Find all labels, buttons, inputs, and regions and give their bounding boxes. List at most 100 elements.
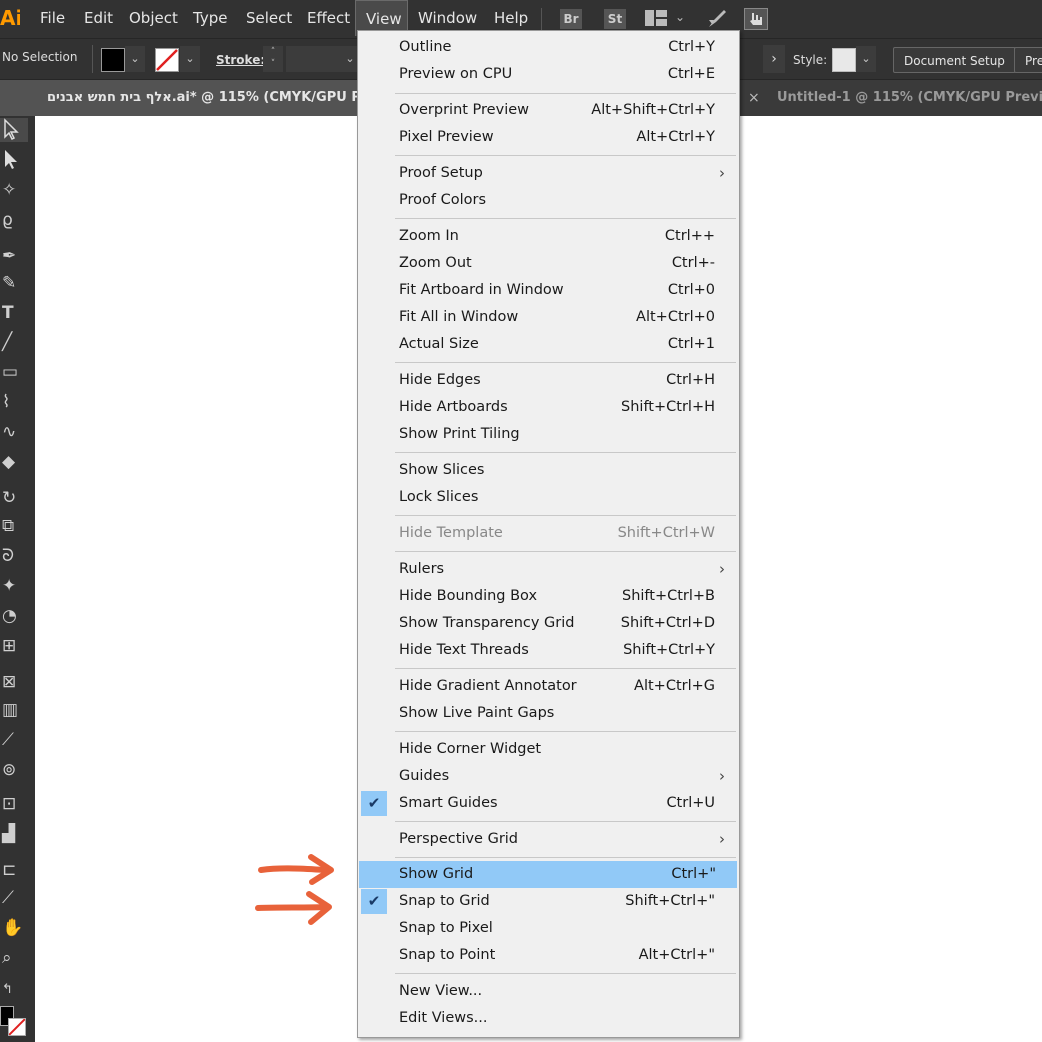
menu-item-snap-to-point[interactable]: Snap to Point Alt+Ctrl+" [358,942,739,969]
menu-item-proof-setup[interactable]: Proof Setup › [358,160,739,187]
menu-separator [395,362,736,363]
stroke-color-indicator[interactable] [8,1018,26,1036]
menu-item-lock-slices[interactable]: Lock Slices [358,484,739,511]
lasso-tool-icon[interactable]: ϱ [0,208,28,232]
pen-tool-icon[interactable]: ✒ [0,244,28,268]
stroke-label[interactable]: Stroke: [216,53,265,67]
swap-fill-stroke-icon[interactable]: ↰ [0,978,28,1002]
style-dropdown[interactable]: ⌄ [856,46,876,72]
menu-item-fit-artboard[interactable]: Fit Artboard in Window Ctrl+0 [358,277,739,304]
menu-item-hide-bounding-box[interactable]: Hide Bounding Box Shift+Ctrl+B [358,583,739,610]
fill-swatch[interactable] [101,48,125,72]
artboard-tool-icon[interactable]: ⊏ [0,858,28,882]
style-swatch[interactable] [832,48,856,72]
selection-tool-icon[interactable] [0,118,28,142]
menu-item-show-live-paint-gaps[interactable]: Show Live Paint Gaps [358,700,739,727]
line-tool-icon[interactable]: ╱ [0,330,28,354]
slice-tool-icon[interactable]: ⟋ [0,886,28,910]
menu-edit[interactable]: Edit [74,0,123,36]
checkmark-icon: ✔ [361,889,387,914]
menu-item-show-grid[interactable]: Show Grid Ctrl+" [359,861,737,888]
menu-item-hide-gradient-annotator[interactable]: Hide Gradient Annotator Alt+Ctrl+G [358,673,739,700]
eyedropper-tool-icon[interactable]: ⟋ [0,728,28,752]
menu-type[interactable]: Type [183,0,237,36]
menu-item-preview-on-cpu[interactable]: Preview on CPU Ctrl+E [358,61,739,88]
menu-item-fit-all[interactable]: Fit All in Window Alt+Ctrl+0 [358,304,739,331]
chevron-right-icon: › [719,560,725,578]
menu-item-hide-artboards[interactable]: Hide Artboards Shift+Ctrl+H [358,394,739,421]
menu-separator [395,218,736,219]
menu-item-snap-to-pixel[interactable]: Snap to Pixel [358,915,739,942]
menu-item-zoom-out[interactable]: Zoom Out Ctrl+- [358,250,739,277]
eraser-tool-icon[interactable]: ◆ [0,450,28,474]
document-setup-button[interactable]: Document Setup [893,47,1016,73]
fill-dropdown[interactable]: ⌄ [125,46,145,72]
stock-button[interactable]: St [604,9,626,29]
menu-item-snap-to-grid[interactable]: ✔ Snap to Grid Shift+Ctrl+" [358,888,739,915]
menu-separator [395,551,736,552]
preferences-button[interactable]: Pre [1014,47,1042,73]
direct-selection-tool-icon[interactable] [0,148,28,172]
menu-item-zoom-in[interactable]: Zoom In Ctrl++ [358,223,739,250]
no-stroke-icon [156,49,178,71]
type-tool-icon[interactable]: T [0,301,28,325]
menu-item-rulers[interactable]: Rulers › [358,556,739,583]
menu-item-edit-views[interactable]: Edit Views... [358,1005,739,1032]
workspace-layout-icon[interactable] [645,10,667,26]
menu-item-overprint-preview[interactable]: Overprint Preview Alt+Shift+Ctrl+Y [358,97,739,124]
menu-effect[interactable]: Effect [297,0,360,36]
curvature-tool-icon[interactable]: ✎ [0,271,28,295]
menu-item-show-transparency-grid[interactable]: Show Transparency Grid Shift+Ctrl+D [358,610,739,637]
checkmark-icon: ✔ [361,791,387,816]
blend-tool-icon[interactable]: ⊚ [0,758,28,782]
menu-file[interactable]: File [30,0,75,36]
tab-untitled-1[interactable]: Untitled-1 @ 115% (CMYK/GPU Preview) [765,80,1042,116]
rectangle-tool-icon[interactable]: ▭ [0,360,28,384]
shaper-tool-icon[interactable]: ∿ [0,420,28,444]
menu-separator [395,93,736,94]
scale-tool-icon[interactable]: ⧉ [0,514,28,538]
stroke-weight-input[interactable] [286,46,342,72]
menu-item-new-view[interactable]: New View... [358,978,739,1005]
view-menu: Outline Ctrl+Y Preview on CPU Ctrl+E Overp… [357,30,740,1038]
chevron-down-icon[interactable]: ⌄ [675,10,685,24]
menu-item-actual-size[interactable]: Actual Size Ctrl+1 [358,331,739,358]
bridge-button[interactable]: Br [560,9,582,29]
chevron-right-icon[interactable]: › [763,45,785,73]
menu-item-proof-colors[interactable]: Proof Colors [358,187,739,214]
control-divider [92,45,93,73]
width-tool-icon[interactable]: ᘐ [0,544,28,568]
close-icon[interactable]: × [748,80,760,116]
tab-alef-bet[interactable]: אלף בית חמש אבנים.ai* @ 115% (CMYK/GPU P… [35,80,357,116]
magic-wand-tool-icon[interactable]: ✧ [0,178,28,202]
perspective-grid-tool-icon[interactable]: ⊞ [0,634,28,658]
menu-item-perspective-grid[interactable]: Perspective Grid › [358,826,739,853]
mesh-tool-icon[interactable]: ⊠ [0,670,28,694]
menu-select[interactable]: Select [236,0,302,36]
menu-item-outline[interactable]: Outline Ctrl+Y [358,34,739,61]
stroke-swatch[interactable] [155,48,179,72]
stroke-dropdown[interactable]: ⌄ [180,46,200,72]
menu-item-hide-corner-widget[interactable]: Hide Corner Widget [358,736,739,763]
menu-item-show-slices[interactable]: Show Slices [358,457,739,484]
menubar-divider [541,8,542,30]
symbol-sprayer-tool-icon[interactable]: ⊡ [0,792,28,816]
gradient-tool-icon[interactable]: ▥ [0,698,28,722]
menu-item-show-print-tiling[interactable]: Show Print Tiling [358,421,739,448]
stroke-weight-stepper[interactable]: ˄ ˅ [263,46,283,72]
menu-object[interactable]: Object [119,0,188,36]
hand-cursor-icon[interactable] [744,8,768,30]
column-graph-tool-icon[interactable]: ▟ [0,822,28,846]
menu-item-guides[interactable]: Guides › [358,763,739,790]
rotate-tool-icon[interactable]: ↻ [0,486,28,510]
puppet-warp-tool-icon[interactable]: ✦ [0,574,28,598]
paintbrush-tool-icon[interactable]: ⌇ [0,390,28,414]
rocket-icon[interactable] [706,8,728,30]
menu-item-hide-text-threads[interactable]: Hide Text Threads Shift+Ctrl+Y [358,637,739,664]
hand-tool-icon[interactable]: ✋ [0,916,28,940]
menu-item-pixel-preview[interactable]: Pixel Preview Alt+Ctrl+Y [358,124,739,151]
menu-item-smart-guides[interactable]: ✔ Smart Guides Ctrl+U [358,790,739,817]
menu-item-hide-edges[interactable]: Hide Edges Ctrl+H [358,367,739,394]
shape-builder-tool-icon[interactable]: ◔ [0,604,28,628]
zoom-tool-icon[interactable]: ⌕ [0,946,28,970]
